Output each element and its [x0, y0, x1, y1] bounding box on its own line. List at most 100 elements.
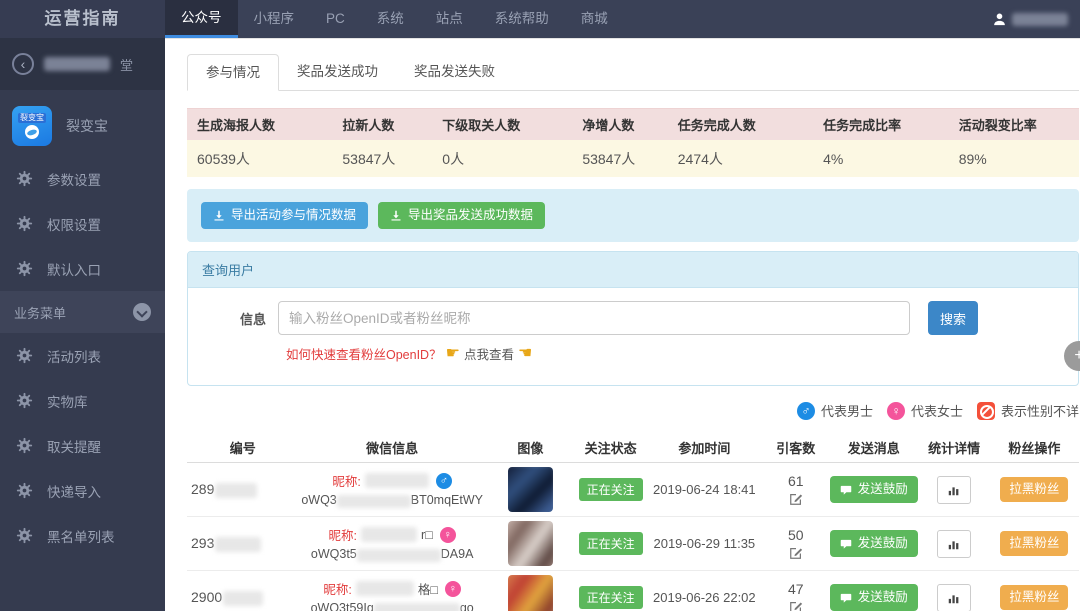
edit-icon[interactable]: [789, 600, 803, 611]
blacklist-fan-button[interactable]: 拉黑粉丝: [1000, 531, 1069, 556]
edit-icon[interactable]: [789, 546, 803, 560]
user-menu[interactable]: [992, 0, 1068, 38]
wechat-info: 昵称: ♂ oWQ3 BT0mqEtWY: [299, 471, 486, 508]
query-user-panel: 查询用户 信息 搜索 如何快速查看粉丝OpenID？ ☛ 点我查看 ☚: [187, 251, 1079, 386]
sidebar-item-blacklist[interactable]: 黑名单列表: [0, 513, 165, 558]
top-navbar: 公众号 小程序 PC 系统 站点 系统帮助 商城: [165, 0, 1080, 38]
sidebar-item-label: 取关提醒: [47, 439, 101, 455]
stats-value: 53847人: [342, 150, 396, 167]
user-icon: [994, 13, 1005, 25]
blacklist-fan-button[interactable]: 拉黑粉丝: [1000, 477, 1069, 502]
liebianbao-app-icon: 裂变宝: [12, 106, 52, 146]
nav-item-mall[interactable]: 商城: [565, 0, 624, 38]
stats-value-row: 60539人 53847人 0人 53847人 2474人 4% 89%: [187, 140, 1079, 177]
fan-number: 293: [187, 535, 299, 552]
search-input[interactable]: [278, 301, 910, 335]
nav-item-system-help[interactable]: 系统帮助: [479, 0, 565, 38]
stats-detail-button[interactable]: [937, 583, 972, 611]
openid-help-link[interactable]: 点我查看: [464, 344, 514, 363]
collapse-toggle-icon[interactable]: [133, 303, 151, 321]
send-encourage-button[interactable]: 发送鼓励: [829, 476, 918, 503]
tab-participation[interactable]: 参与情况: [187, 54, 279, 91]
col-header: 发送消息: [847, 440, 900, 456]
chat-bubble-icon: [840, 539, 852, 549]
sidebar-item-liebianbao[interactable]: 裂变宝 裂变宝: [12, 106, 153, 146]
edit-icon[interactable]: [789, 492, 803, 506]
sidebar-item-activity-list[interactable]: 活动列表: [0, 333, 165, 378]
gear-icon: [16, 527, 33, 544]
app-label: 裂变宝: [66, 118, 108, 134]
stats-header: 下级取关人数: [442, 118, 521, 133]
stats-detail-button[interactable]: [937, 529, 972, 558]
gear-icon: [16, 392, 33, 409]
search-button[interactable]: 搜索: [928, 301, 978, 335]
sidebar-item-permission-settings[interactable]: 权限设置: [0, 201, 165, 246]
nickname-label: 昵称:: [328, 529, 358, 544]
send-encourage-button[interactable]: 发送鼓励: [829, 584, 918, 611]
gender-legend: ♂ 代表男士 ♀ 代表女士 表示性别不详: [187, 401, 1079, 420]
male-icon: ♂: [796, 401, 815, 420]
sidebar-item-unfollow-reminder[interactable]: 取关提醒: [0, 423, 165, 468]
sidebar-item-express-import[interactable]: 快递导入: [0, 468, 165, 513]
download-icon: [391, 210, 401, 220]
female-icon: ♀: [444, 580, 461, 597]
export-participation-button[interactable]: 导出活动参与情况数据: [201, 202, 369, 229]
join-time: 2019-06-24 18:41: [653, 482, 756, 497]
guest-count: 50: [787, 527, 804, 543]
stats-header: 任务完成比率: [823, 118, 902, 133]
chat-bubble-icon: [840, 593, 852, 603]
tab-prize-sent-failed[interactable]: 奖品发送失败: [396, 54, 513, 90]
gear-icon: [16, 215, 33, 232]
app-logo: 运营指南: [0, 0, 165, 38]
export-prize-success-button[interactable]: 导出奖品发送成功数据: [378, 202, 546, 229]
female-icon: ♀: [439, 526, 456, 543]
stats-value: 2474人: [677, 150, 723, 167]
nickname-label: 昵称:: [323, 583, 352, 598]
gear-icon: [16, 482, 33, 499]
sidebar-section-business-menu[interactable]: 业务菜单: [0, 291, 165, 333]
stats-detail-button[interactable]: [937, 475, 972, 504]
account-name-tail: 堂: [120, 57, 134, 73]
stats-value: 4%: [823, 150, 844, 167]
gear-icon: [16, 347, 33, 364]
openid-blurred: [356, 548, 441, 562]
sidebar-item-parameter-settings[interactable]: 参数设置: [0, 156, 165, 201]
stats-header: 任务完成人数: [677, 118, 756, 133]
openid: oWQ3 BT0mqEtWY: [301, 493, 483, 508]
legend-male-label: 代表男士: [820, 404, 873, 419]
stats-value: 89%: [958, 150, 987, 167]
nav-item-pc[interactable]: PC: [310, 0, 361, 38]
back-icon[interactable]: ‹: [12, 53, 34, 75]
nav-item-site[interactable]: 站点: [420, 0, 479, 38]
blacklist-fan-button[interactable]: 拉黑粉丝: [1000, 585, 1069, 610]
join-time: 2019-06-26 22:02: [653, 590, 756, 605]
openid-help-text: 如何快速查看粉丝OpenID？: [286, 348, 442, 362]
number-blurred: [223, 590, 264, 606]
table-row: 293 昵称: r□ ♀ oWQ3t5 DA9A 正在关注 2019-06-29…: [187, 517, 1079, 571]
table-row: 2900 昵称: 格□ ♀ oWQ3t59Ig go 正在关注 2019-06-…: [187, 571, 1079, 611]
username-blurred: [1012, 12, 1068, 26]
gear-icon: [16, 260, 33, 277]
join-time: 2019-06-29 11:35: [653, 536, 756, 551]
wechat-info: 昵称: r□ ♀ oWQ3t5 DA9A: [299, 525, 486, 562]
nickname-blurred: [364, 473, 429, 489]
nav-item-mini-program[interactable]: 小程序: [238, 0, 311, 38]
avatar: [507, 521, 553, 566]
sidebar-item-default-entry[interactable]: 默认入口: [0, 246, 165, 291]
status-badge: 正在关注: [578, 478, 643, 501]
gear-icon: [16, 170, 33, 187]
export-panel: 导出活动参与情况数据 导出奖品发送成功数据: [187, 189, 1079, 242]
number-blurred: [215, 536, 262, 552]
sidebar-item-goods-library[interactable]: 实物库: [0, 378, 165, 423]
guest-count-cell: 47: [762, 581, 829, 611]
nickname-tail: r□: [421, 527, 433, 542]
nav-item-official-account[interactable]: 公众号: [165, 0, 238, 38]
content-tabs: 参与情况 奖品发送成功 奖品发送失败: [187, 54, 1079, 91]
query-panel-title: 查询用户: [188, 252, 1078, 288]
nav-item-system[interactable]: 系统: [361, 0, 420, 38]
send-encourage-button[interactable]: 发送鼓励: [829, 530, 918, 557]
fan-number: 2900: [187, 589, 299, 606]
tab-prize-sent-success[interactable]: 奖品发送成功: [279, 54, 396, 90]
col-header: 统计详情: [928, 440, 981, 456]
col-header: 编号: [229, 440, 256, 456]
